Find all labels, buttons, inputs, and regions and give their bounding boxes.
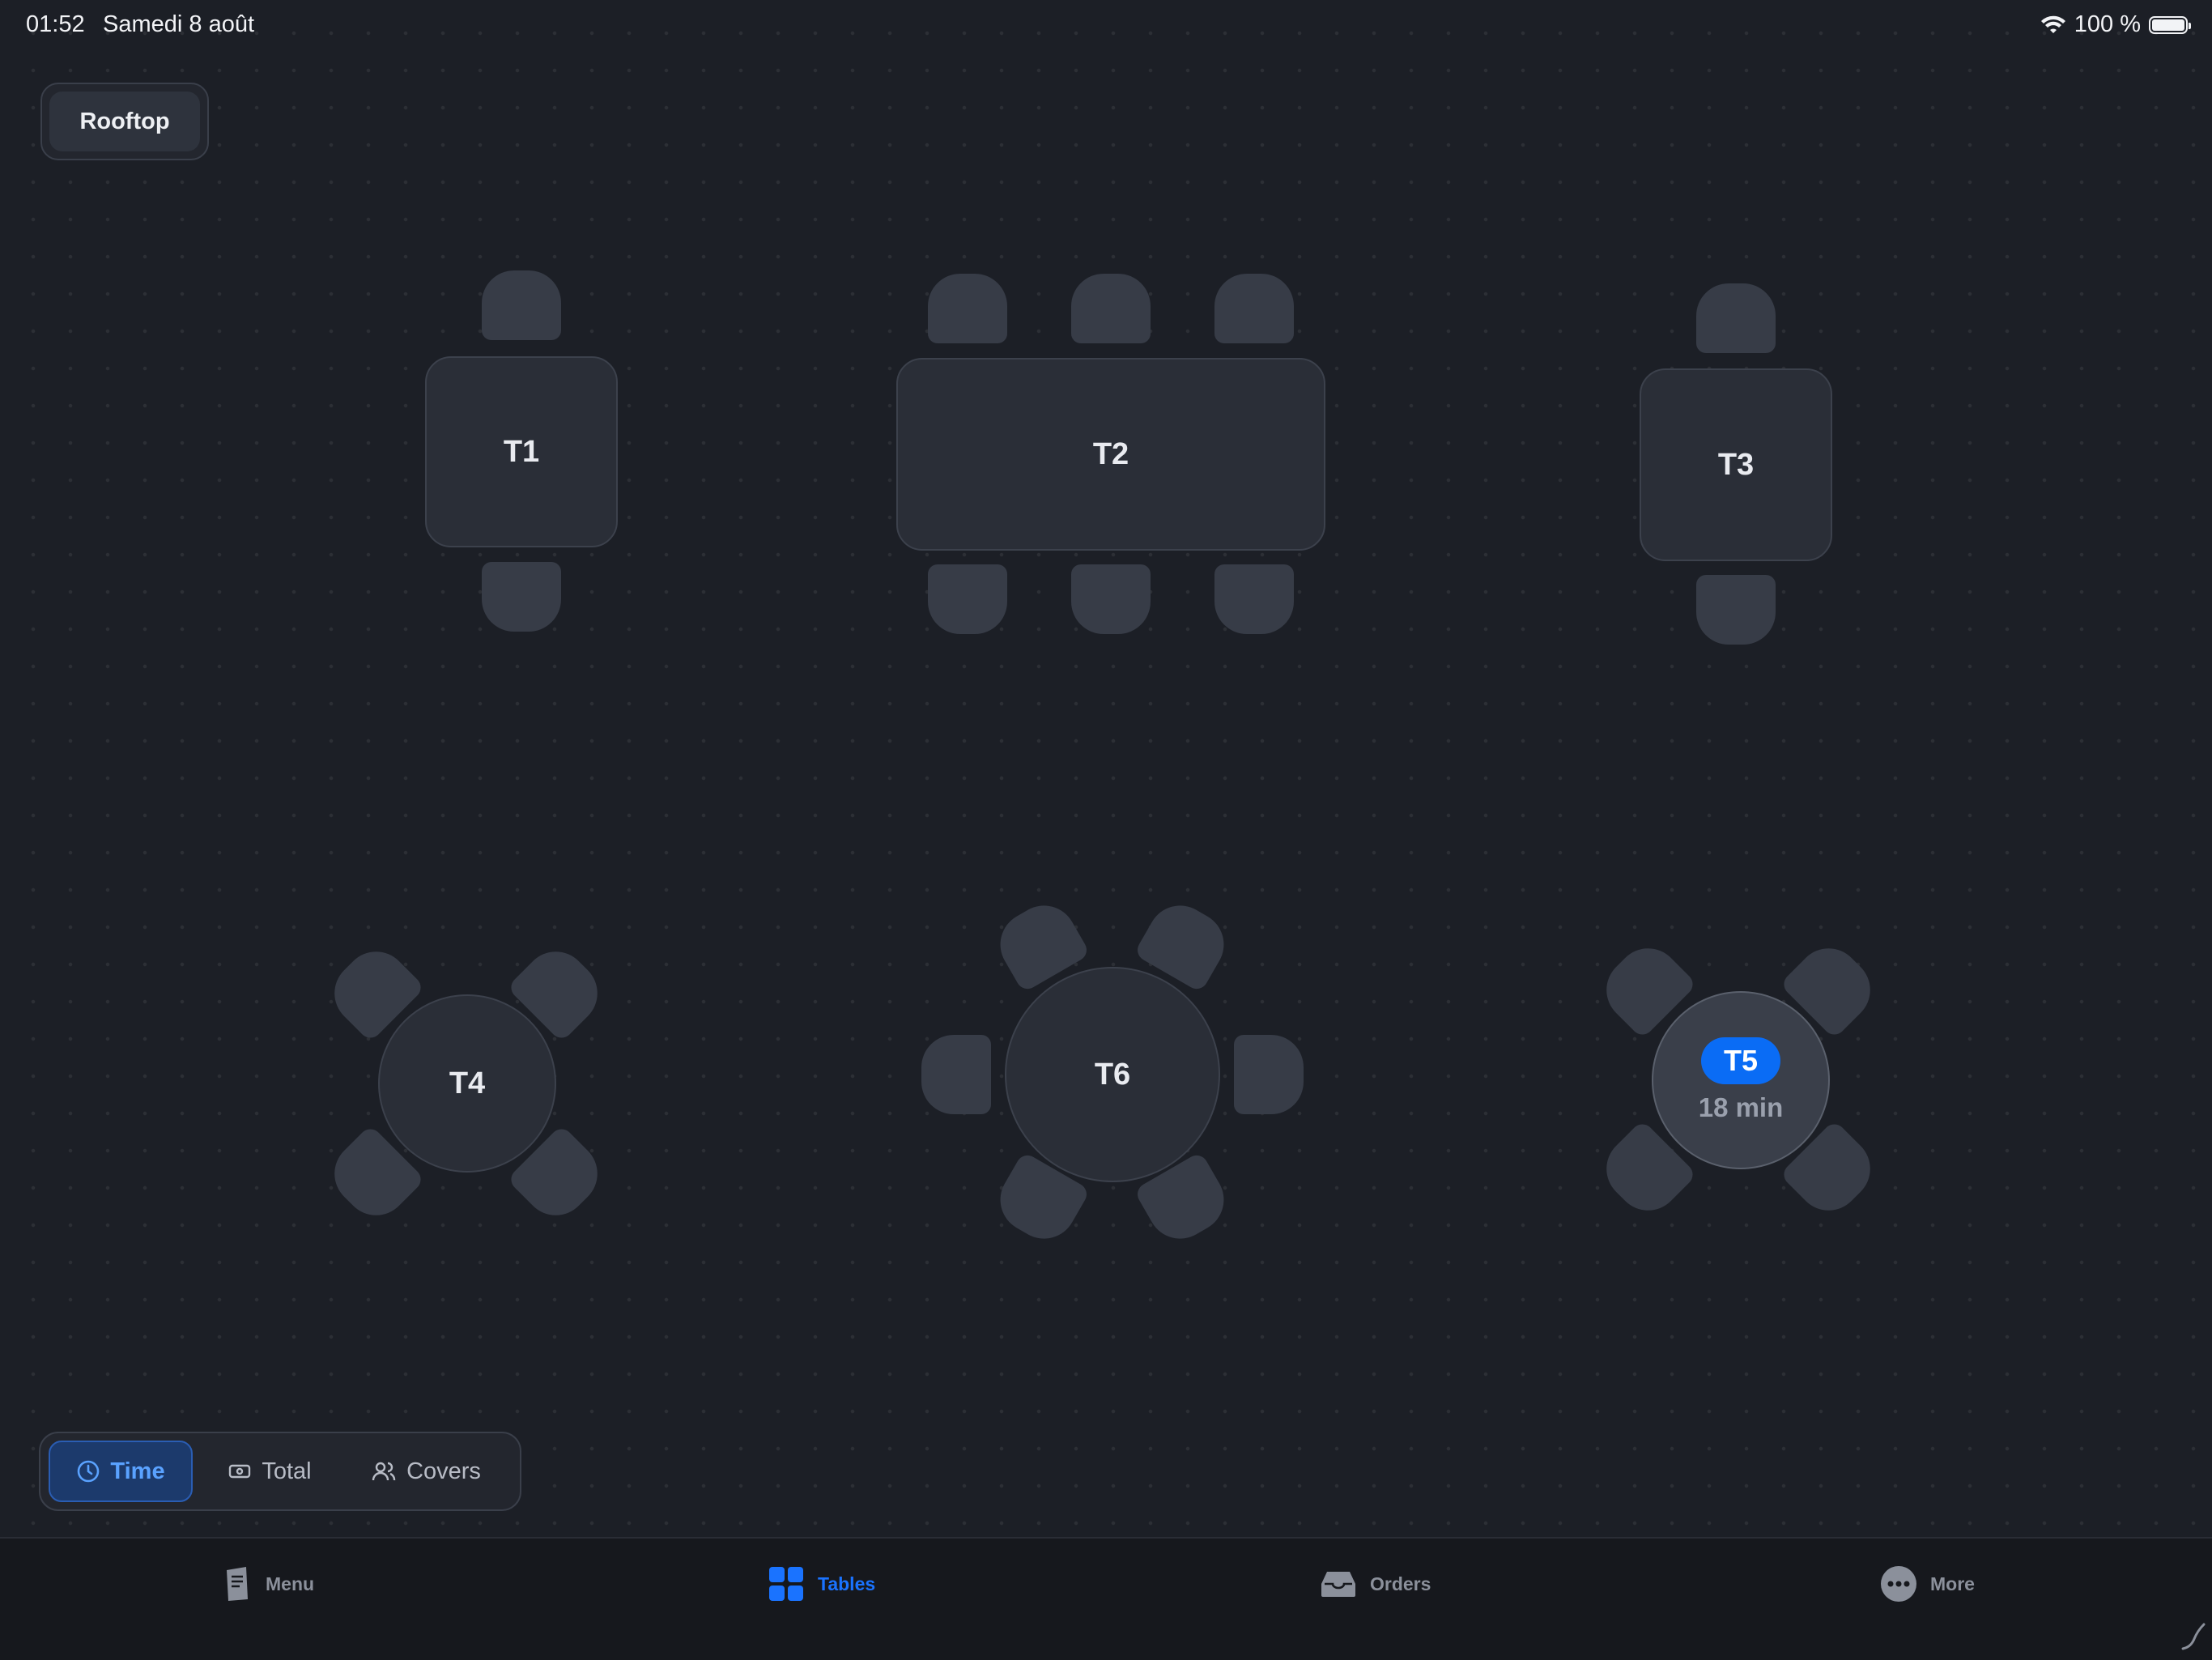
seat xyxy=(1696,575,1776,645)
table-t3[interactable]: T3 xyxy=(1640,368,1832,561)
table-t4[interactable]: T4 xyxy=(378,994,556,1173)
seat xyxy=(1071,564,1151,634)
tab-label: More xyxy=(1930,1573,1975,1594)
seat xyxy=(1234,1035,1304,1114)
tab-orders[interactable]: Orders xyxy=(1320,1560,1431,1608)
tab-label: Tables xyxy=(818,1573,876,1594)
tab-menu[interactable]: Menu xyxy=(223,1560,314,1608)
mode-time-button[interactable]: Time xyxy=(49,1441,193,1502)
table-t2[interactable]: T2 xyxy=(896,358,1325,551)
area-selector-button[interactable]: Rooftop xyxy=(40,83,209,160)
mode-label: Time xyxy=(110,1458,165,1484)
seat xyxy=(1214,564,1294,634)
table-label: T6 xyxy=(1094,1057,1131,1092)
more-dots-icon xyxy=(1881,1566,1916,1602)
tab-bar: Menu Tables Orders More xyxy=(0,1537,2212,1660)
mode-total-button[interactable]: Total xyxy=(201,1441,338,1502)
people-icon xyxy=(372,1462,396,1481)
seat xyxy=(1214,274,1294,343)
tab-more[interactable]: More xyxy=(1880,1560,1975,1608)
menu-book-icon xyxy=(227,1567,248,1601)
mode-covers-button[interactable]: Covers xyxy=(347,1441,505,1502)
tab-label: Orders xyxy=(1370,1573,1431,1594)
seat xyxy=(928,274,1007,343)
grid-icon xyxy=(769,1567,803,1601)
seat xyxy=(482,270,561,340)
seat xyxy=(482,562,561,632)
wifi-icon xyxy=(2040,15,2065,33)
table-t1[interactable]: T1 xyxy=(425,356,618,547)
status-date: Samedi 8 août xyxy=(103,11,255,37)
cash-icon xyxy=(229,1464,251,1479)
table-t6[interactable]: T6 xyxy=(1005,967,1220,1182)
pencil-swash-icon xyxy=(2181,1623,2206,1650)
table-elapsed-time: 18 min xyxy=(1698,1092,1784,1122)
display-mode-control: Time Total Covers xyxy=(39,1432,521,1511)
status-bar: 01:52 Samedi 8 août 100 % xyxy=(0,0,2212,52)
clock-icon xyxy=(78,1460,100,1483)
floor-plan-canvas xyxy=(0,0,2212,1537)
seat xyxy=(1696,283,1776,353)
battery-percent: 100 % xyxy=(2074,11,2141,37)
tab-tables[interactable]: Tables xyxy=(768,1560,875,1608)
status-indicators: 100 % xyxy=(2040,11,2191,38)
tab-label: Menu xyxy=(266,1573,315,1594)
area-name: Rooftop xyxy=(49,92,200,151)
mode-label: Total xyxy=(262,1458,312,1484)
inbox-tray-icon xyxy=(1321,1572,1355,1597)
status-time: 01:52 xyxy=(26,11,85,37)
table-t5[interactable]: T5 18 min xyxy=(1652,991,1830,1169)
battery-icon xyxy=(2149,15,2191,34)
table-label: T4 xyxy=(449,1066,486,1100)
seat xyxy=(928,564,1007,634)
table-label: T2 xyxy=(1092,436,1129,471)
seat xyxy=(1071,274,1151,343)
table-label: T3 xyxy=(1717,447,1755,482)
table-active-badge: T5 xyxy=(1700,1037,1780,1084)
table-label: T1 xyxy=(503,434,540,469)
mode-label: Covers xyxy=(406,1458,481,1484)
seat xyxy=(921,1035,991,1114)
